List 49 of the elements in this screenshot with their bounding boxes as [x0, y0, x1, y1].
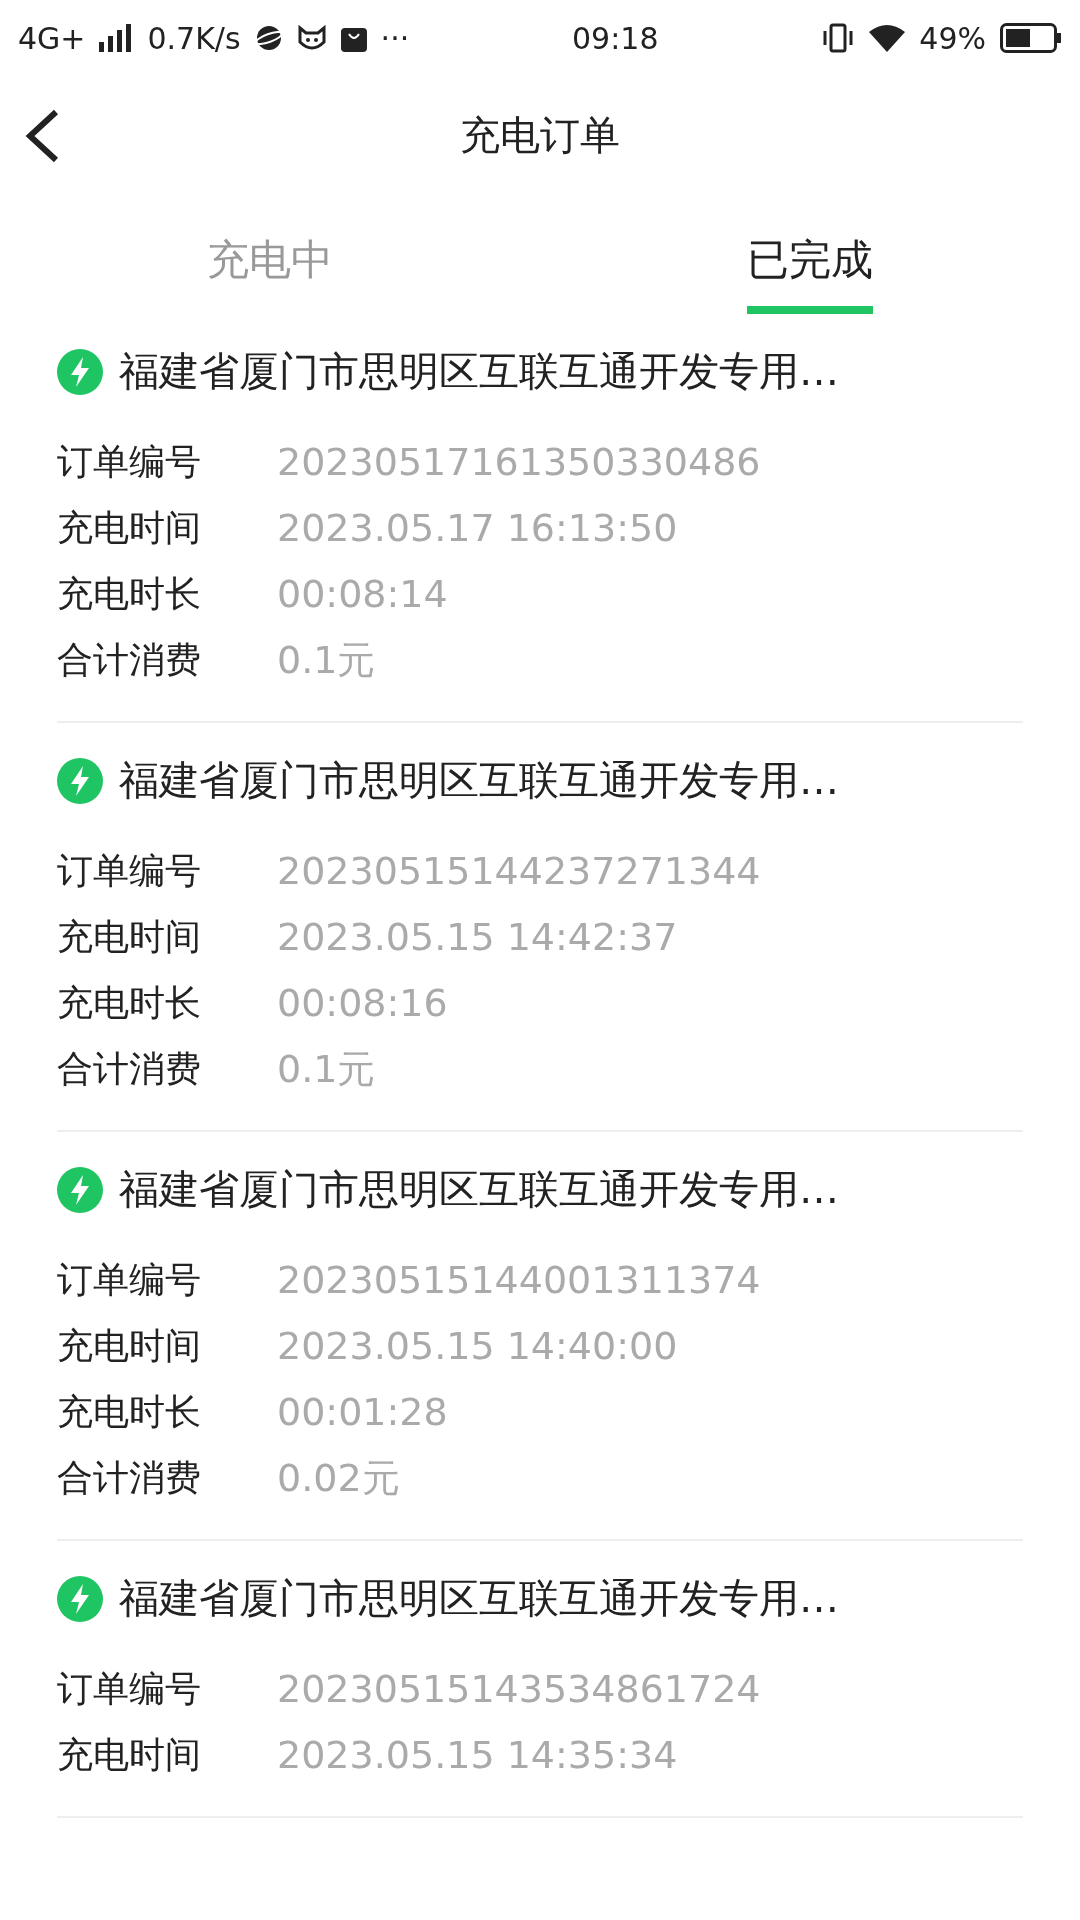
signal-icon	[99, 24, 134, 52]
battery-icon	[1000, 23, 1062, 53]
field-value: 2023.05.15 14:42:37	[277, 915, 678, 959]
field-value: 20230515144001311374	[277, 1258, 761, 1302]
field-label: 订单编号	[57, 1257, 202, 1302]
field-value: 00:08:14	[277, 572, 448, 616]
cat-icon	[296, 24, 327, 52]
field-value: 00:08:16	[277, 981, 448, 1025]
wifi-icon	[869, 24, 906, 52]
station-name[interactable]: 福建省厦门市思明区互联互通开发专用…	[119, 753, 839, 808]
field-value: 20230517161350330486	[277, 440, 761, 484]
field-label: 充电时长	[57, 1389, 202, 1434]
network-type: 4G+	[18, 20, 86, 56]
field-value: 2023.05.15 14:40:00	[277, 1324, 678, 1368]
field-label: 合计消费	[57, 637, 202, 682]
field-label: 合计消费	[57, 1046, 202, 1091]
field-label: 充电时长	[57, 980, 202, 1025]
field-value: 0.1元	[277, 636, 376, 684]
page-title: 充电订单	[460, 110, 620, 160]
network-speed: 0.7K/s	[147, 20, 241, 56]
station-name[interactable]: 福建省厦门市思明区互联互通开发专用…	[119, 1571, 839, 1626]
field-value: 0.1元	[277, 1045, 376, 1093]
lightning-bolt-icon	[57, 1166, 103, 1213]
station-name[interactable]: 福建省厦门市思明区互联互通开发专用…	[119, 1162, 839, 1217]
field-label: 充电时间	[57, 505, 202, 550]
clock-time: 09:18	[572, 20, 659, 56]
lightning-bolt-icon	[57, 757, 103, 804]
station-name[interactable]: 福建省厦门市思明区互联互通开发专用…	[119, 344, 839, 399]
more-indicator: ···	[380, 20, 410, 56]
field-label: 充电时间	[57, 1732, 202, 1777]
order-tab[interactable]: 已完成	[747, 232, 873, 314]
field-value: 20230515144237271344	[277, 849, 761, 893]
field-value: 0.02元	[277, 1454, 400, 1502]
field-label: 充电时间	[57, 914, 202, 959]
field-label: 订单编号	[57, 848, 202, 893]
field-value: 2023.05.17 16:13:50	[277, 506, 678, 550]
field-value: 2023.05.15 14:35:34	[277, 1733, 678, 1777]
field-label: 订单编号	[57, 439, 202, 484]
field-label: 充电时长	[57, 571, 202, 616]
lightning-bolt-icon	[57, 1575, 103, 1622]
vibrate-icon	[821, 23, 856, 53]
battery-percent: 49%	[919, 20, 986, 56]
field-label: 合计消费	[57, 1455, 202, 1500]
field-label: 充电时间	[57, 1323, 202, 1368]
planet-icon	[254, 24, 283, 52]
field-label: 订单编号	[57, 1666, 202, 1711]
lightning-bolt-icon	[57, 348, 103, 395]
field-value: 20230515143534861724	[277, 1667, 761, 1711]
field-value: 00:01:28	[277, 1390, 448, 1434]
